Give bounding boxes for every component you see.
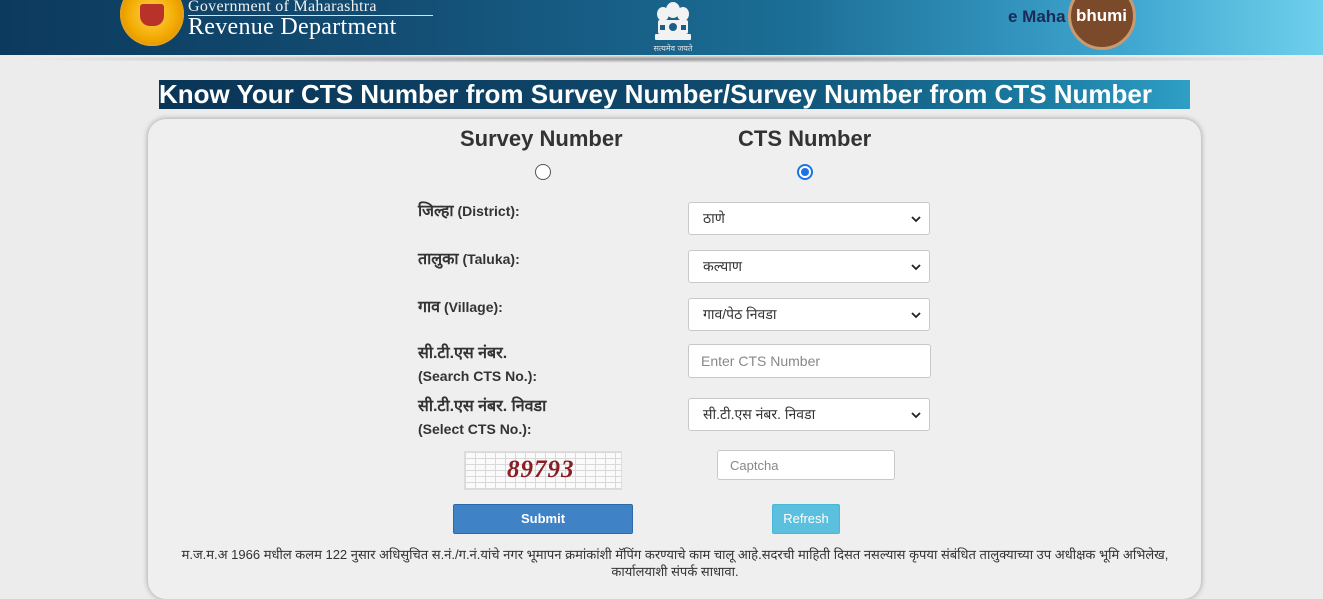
emblem-caption: सत्यमेव जयते xyxy=(653,44,693,53)
taluka-label-en: (Taluka): xyxy=(462,251,520,267)
chevron-down-icon xyxy=(911,412,921,419)
taluka-label: तालुका (Taluka): xyxy=(418,248,520,271)
search-cts-label-en: (Search CTS No.): xyxy=(418,368,538,384)
department-name: Revenue Department xyxy=(188,14,397,40)
district-select[interactable]: ठाणे xyxy=(688,202,930,235)
submit-button[interactable]: Submit xyxy=(453,504,633,534)
village-label-hi: गाव xyxy=(418,299,441,316)
village-select[interactable]: गाव/पेठ निवडा xyxy=(688,298,930,331)
district-selected-value: ठाणे xyxy=(703,210,725,226)
select-cts-label-en: (Select CTS No.): xyxy=(418,421,532,437)
cts-number-select[interactable]: सी.टी.एस नंबर. निवडा xyxy=(688,398,930,431)
taluka-label-hi: तालुका xyxy=(418,251,459,268)
cts-selected-value: सी.टी.एस नंबर. निवडा xyxy=(703,406,816,422)
select-cts-label: सी.टी.एस नंबर. निवडा (Select CTS No.): xyxy=(418,395,546,441)
village-label: गाव (Village): xyxy=(418,296,503,319)
mode-label-survey: Survey Number xyxy=(460,126,623,151)
captcha-text: 89793 xyxy=(507,456,575,483)
mode-label-cts: CTS Number xyxy=(738,126,872,151)
chevron-down-icon xyxy=(911,264,921,271)
chevron-down-icon xyxy=(911,312,921,319)
taluka-selected-value: कल्याण xyxy=(703,258,743,274)
maharashtra-seal-icon xyxy=(120,0,184,46)
captcha-input[interactable] xyxy=(717,450,895,480)
district-label-en: (District): xyxy=(457,203,520,219)
chevron-down-icon xyxy=(911,216,921,223)
brand-suffix: bhumi xyxy=(1076,6,1127,25)
info-note: म.ज.म.अ 1966 मधील कलम 122 नुसार अधिसुचित… xyxy=(181,547,1169,579)
select-cts-label-hi: सी.टी.एस नंबर. निवडा xyxy=(418,398,547,415)
site-header: Government of Maharashtra Revenue Depart… xyxy=(0,0,1323,55)
captcha-image: 89793 xyxy=(464,451,622,490)
radio-survey-number[interactable] xyxy=(535,164,551,180)
search-cts-label-hi: सी.टी.एस नंबर. xyxy=(418,345,508,362)
village-selected-value: गाव/पेठ निवडा xyxy=(703,306,777,322)
brand-prefix: e Maha xyxy=(1008,7,1066,26)
search-form-card xyxy=(148,119,1201,599)
header-shadow xyxy=(0,55,1323,63)
district-label: जिल्हा (District): xyxy=(418,200,520,223)
page-title: Know Your CTS Number from Survey Number/… xyxy=(159,80,1190,109)
search-cts-label: सी.टी.एस नंबर. (Search CTS No.): xyxy=(418,342,537,388)
refresh-button[interactable]: Refresh xyxy=(772,504,840,534)
taluka-select[interactable]: कल्याण xyxy=(688,250,930,283)
village-label-en: (Village): xyxy=(443,299,503,315)
district-label-hi: जिल्हा xyxy=(418,203,454,220)
radio-cts-number[interactable] xyxy=(797,164,813,180)
cts-number-input[interactable] xyxy=(688,344,931,378)
